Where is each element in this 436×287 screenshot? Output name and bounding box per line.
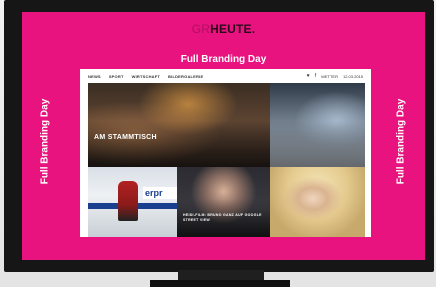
website-preview: NEWS SPORT WIRTSCHAFT BILDERGALERIE ♥ f … <box>80 69 371 237</box>
nav-right: ♥ f WETTER 12.03.2015 <box>302 73 363 79</box>
nav-item-sport[interactable]: SPORT <box>109 74 124 79</box>
logo-suffix: . <box>251 22 256 36</box>
banner-top-text: Full Branding Day <box>180 54 267 65</box>
site-nav: NEWS SPORT WIRTSCHAFT BILDERGALERIE ♥ f … <box>80 69 371 83</box>
site-logo[interactable]: GRHEUTE. <box>22 22 425 36</box>
logo-name: HEUTE <box>210 22 252 36</box>
nav-item-news[interactable]: NEWS <box>88 74 101 79</box>
ad-board: erpr <box>143 187 177 199</box>
monitor-frame: GRHEUTE. Full Branding Day Full Branding… <box>4 0 434 272</box>
nav-item-bildergalerie[interactable]: BILDERGALERIE <box>168 74 203 79</box>
article-grid: AM STAMMTISCH erpr HEIDI-FILM: BRUNO GAN… <box>88 83 365 237</box>
logo-prefix: GR <box>191 22 211 36</box>
article-tile-5[interactable] <box>270 167 365 237</box>
monitor-screen: GRHEUTE. Full Branding Day Full Branding… <box>22 12 425 260</box>
nav-weather[interactable]: WETTER <box>321 74 338 79</box>
article-tile-3[interactable]: erpr <box>88 167 177 237</box>
article-tile-1[interactable]: AM STAMMTISCH <box>88 83 270 167</box>
article-tile-2[interactable] <box>270 83 365 167</box>
twitter-icon[interactable]: ♥ <box>307 73 310 79</box>
banner-left-text: Full Branding Day <box>39 98 51 185</box>
nav-item-wirtschaft[interactable]: WIRTSCHAFT <box>132 74 160 79</box>
tile-shade <box>270 120 365 167</box>
facebook-icon[interactable]: f <box>315 73 316 79</box>
article-tile-4[interactable]: HEIDI-FILM: BRUNO GANZ AUF GOOGLE STREET… <box>177 167 270 237</box>
hockey-player-image <box>118 181 138 221</box>
tile-shade <box>88 120 270 167</box>
tile-caption-4: HEIDI-FILM: BRUNO GANZ AUF GOOGLE STREET… <box>183 213 262 222</box>
tile-caption-1: AM STAMMTISCH <box>94 134 157 141</box>
banner-right-text: Full Branding Day <box>395 98 407 185</box>
nav-date: 12.03.2015 <box>342 73 363 79</box>
monitor-stand-foot <box>150 280 290 287</box>
